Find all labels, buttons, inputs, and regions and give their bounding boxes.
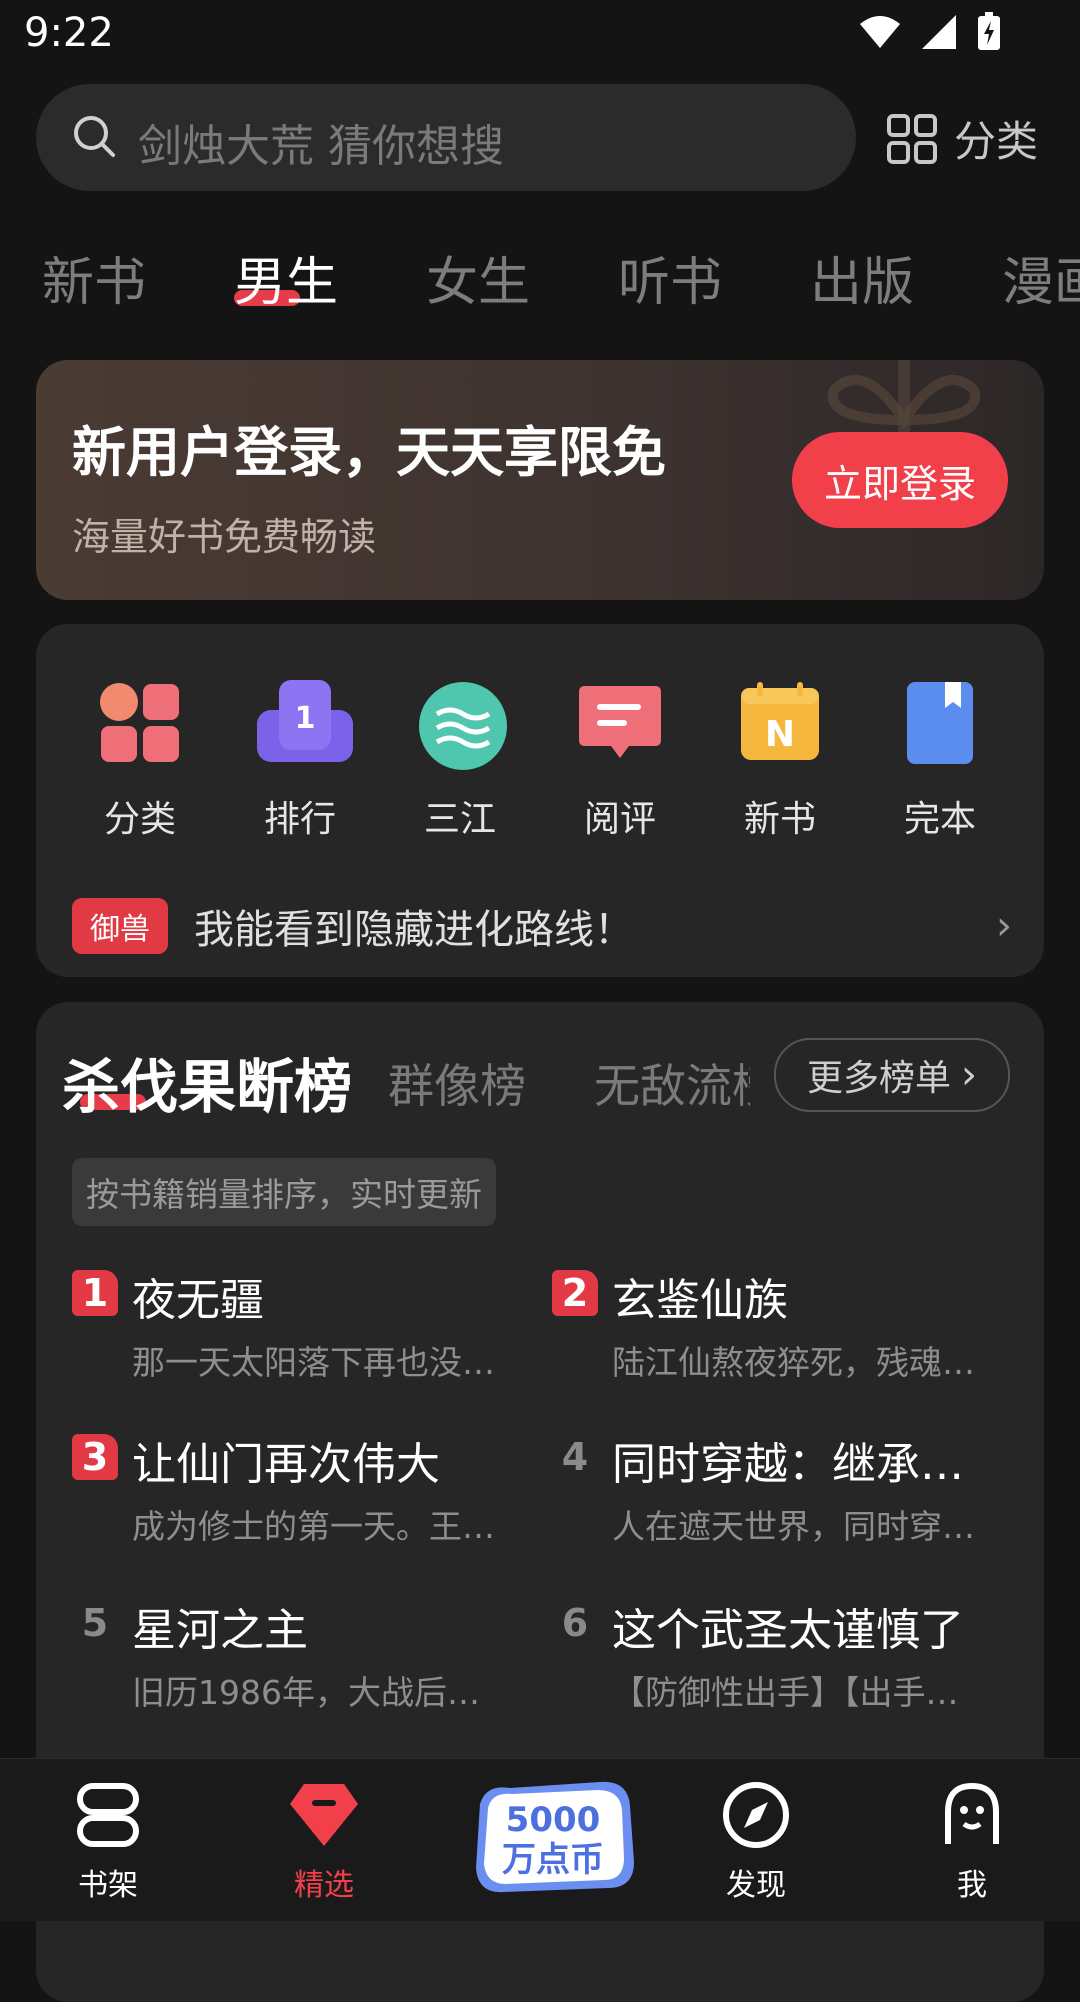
nav-label: 精选 <box>294 1868 354 1903</box>
nav-label: 书架 <box>78 1868 138 1903</box>
tab-audiobooks[interactable]: 听书 <box>618 240 722 315</box>
grid-icon <box>887 113 937 164</box>
rank-number: 5 <box>81 1601 109 1645</box>
nav-label: 发现 <box>726 1868 786 1903</box>
rank-number: 1 <box>72 1270 118 1316</box>
rank-number: 2 <box>552 1270 598 1316</box>
svg-text:1: 1 <box>295 701 316 736</box>
banner-title: 新用户登录，天天享限免 <box>72 421 666 484</box>
category-button[interactable]: 分类 <box>886 108 1038 169</box>
book-description: 人在遮天世界，同时穿… <box>612 1507 975 1546</box>
new-book-icon: N <box>737 680 823 766</box>
chevron-right-icon: › <box>996 903 1012 949</box>
book-title: 让仙门再次伟大 <box>132 1439 440 1490</box>
nav-item-sanjiang[interactable]: 三江 <box>380 680 540 842</box>
book-title: 同时穿越：继承… <box>612 1439 964 1490</box>
ranking-tab-decisive[interactable]: 杀伐果断榜 <box>62 1040 352 1124</box>
tab-publishing[interactable]: 出版 <box>810 240 914 315</box>
svg-text:N: N <box>765 714 795 755</box>
nav-bookshelf[interactable]: 书架 <box>28 1780 188 1904</box>
book-description: 那一天太阳落下再也没… <box>132 1343 495 1382</box>
promo-text: 我能看到隐藏进化路线！ <box>194 907 634 953</box>
status-icons <box>858 12 1002 52</box>
nav-label: 阅评 <box>583 799 656 840</box>
book-title: 玄鉴仙族 <box>612 1275 788 1326</box>
river-icon <box>417 680 507 770</box>
nav-label: 三江 <box>423 799 496 840</box>
book-description: 旧历1986年，大战后… <box>132 1673 480 1712</box>
more-rankings-label: 更多榜单 <box>806 1058 951 1099</box>
book-title: 夜无疆 <box>132 1275 264 1326</box>
battery-charging-icon <box>978 12 1000 50</box>
tab-female[interactable]: 女生 <box>426 240 530 315</box>
diamond-icon <box>290 1784 358 1846</box>
bookshelf-icon <box>77 1783 139 1847</box>
category-label: 分类 <box>954 117 1039 166</box>
signal-icon <box>922 15 956 49</box>
bookmark-book-icon <box>897 680 983 766</box>
nav-label: 分类 <box>103 799 176 840</box>
book-title: 星河之主 <box>132 1605 308 1656</box>
rank-number: 4 <box>561 1435 589 1479</box>
nav-featured[interactable]: 精选 <box>244 1780 404 1904</box>
nav-label: 排行 <box>263 799 336 840</box>
compass-icon <box>723 1782 789 1848</box>
rank-icon: 1 <box>257 680 353 766</box>
nav-me[interactable]: 我 <box>892 1780 1052 1904</box>
tab-new-books[interactable]: 新书 <box>42 240 146 315</box>
book-title: 这个武圣太谨慎了 <box>612 1605 964 1656</box>
coin-promo-text: 5000万点币 <box>502 1800 604 1880</box>
tab-male[interactable]: 男生 <box>234 240 338 315</box>
promo-badge: 御兽 <box>72 898 168 954</box>
book-description: 【防御性出手】【出手… <box>612 1673 959 1712</box>
ranking-tab-ensemble[interactable]: 群像榜 <box>388 1050 526 1116</box>
nav-label: 新书 <box>743 799 816 840</box>
rank-number: 3 <box>72 1434 118 1480</box>
ranking-hint: 按书籍销量排序，实时更新 <box>72 1158 496 1226</box>
profile-face-icon <box>945 1782 999 1844</box>
grid-icon <box>97 680 183 766</box>
search-icon <box>74 116 115 157</box>
status-time: 9:22 <box>24 10 114 56</box>
book-description: 成为修士的第一天。王… <box>132 1507 495 1546</box>
banner-subtitle: 海量好书免费畅读 <box>72 515 377 559</box>
chevron-right-icon: › <box>961 1052 977 1098</box>
promo-row[interactable]: 御兽 我能看到隐藏进化路线！ › <box>72 898 1012 954</box>
more-rankings-button[interactable]: 更多榜单 › <box>774 1038 1010 1112</box>
nav-label: 完本 <box>903 799 976 840</box>
nav-item-category[interactable]: 分类 <box>60 680 220 842</box>
nav-item-ranking[interactable]: 1 排行 <box>220 680 380 842</box>
login-button[interactable]: 立即登录 <box>792 432 1008 528</box>
nav-item-new-books[interactable]: N 新书 <box>700 680 860 842</box>
wifi-icon <box>860 16 900 48</box>
ranking-tab-invincible[interactable]: 无敌流榜 <box>594 1050 750 1116</box>
nav-item-completed[interactable]: 完本 <box>860 680 1020 842</box>
book-description: 陆江仙熬夜猝死，残魂… <box>612 1343 975 1382</box>
nav-item-reviews[interactable]: 阅评 <box>540 680 700 842</box>
nav-label: 我 <box>957 1868 987 1903</box>
coin-promo-badge[interactable]: 5000万点币 <box>468 1778 638 1898</box>
nav-discover[interactable]: 发现 <box>676 1780 836 1904</box>
search-placeholder[interactable]: 剑烛大荒 猜你想搜 <box>138 110 504 174</box>
comment-icon <box>577 680 663 766</box>
rank-number: 6 <box>561 1601 589 1645</box>
tab-comics[interactable]: 漫画 <box>1002 240 1080 315</box>
